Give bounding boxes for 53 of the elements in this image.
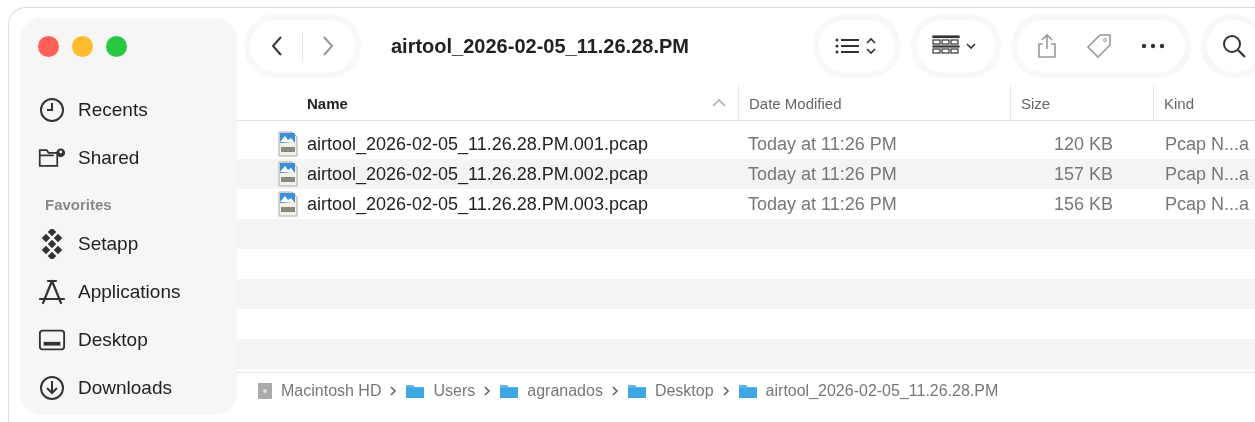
table-cell-text: 120 KB: [1052, 133, 1114, 155]
sidebar-item[interactable]: Recents: [38, 86, 237, 134]
table-cell-text: Today at 11:26 PM: [747, 193, 898, 215]
tag-icon: [1085, 32, 1113, 60]
diamond-cluster-icon: [40, 229, 64, 259]
chevron-right-icon: [321, 35, 335, 57]
file-name[interactable]: airtool_2026-02-05_11.26.28.PM.002.pcap: [307, 163, 648, 185]
table-cell-text: Today at 11:26 PM: [747, 163, 898, 185]
clock-icon: [39, 97, 65, 123]
document-icon: [278, 131, 298, 157]
column-header[interactable]: Name: [237, 86, 738, 120]
sidebar-item[interactable]: Setapp: [38, 220, 237, 268]
sidebar-item[interactable]: Desktop: [38, 316, 237, 364]
search-icon: [1221, 33, 1247, 59]
file-name[interactable]: airtool_2026-02-05_11.26.28.PM.003.pcap: [307, 193, 648, 215]
window-title: airtool_2026-02-05_11.26.28.PM: [391, 34, 689, 58]
share-icon: [1037, 33, 1057, 59]
applications-icon: [38, 279, 66, 305]
path-item[interactable]: airtool_2026-02-05_11.26.28.PM: [737, 382, 999, 400]
path-item[interactable]: Macintosh HD: [257, 382, 382, 400]
document-icon: [278, 191, 298, 217]
table-cell-text: Pcap N...a: [1164, 193, 1251, 215]
column-header[interactable]: Size: [1010, 86, 1153, 120]
download-icon: [39, 375, 65, 401]
sidebar-item[interactable]: Applications: [38, 268, 237, 316]
desktop-icon: [38, 328, 66, 352]
table-cell-text: 156 KB: [1052, 193, 1114, 215]
table-cell-text: Pcap N...a: [1164, 133, 1251, 155]
chevron-right-icon: [389, 385, 398, 397]
path-item[interactable]: Desktop: [626, 382, 714, 400]
sidebar-heading: Favorites: [44, 196, 113, 215]
column-header[interactable]: Date Modified: [738, 86, 1010, 120]
file-name[interactable]: airtool_2026-02-05_11.26.28.PM.001.pcap: [307, 133, 648, 155]
folder-icon: [626, 383, 647, 399]
ellipsis-icon: [1141, 43, 1165, 49]
sidebar-item[interactable]: Downloads: [38, 364, 237, 412]
folder-icon: [405, 383, 426, 399]
table-cell-text: 157 KB: [1052, 163, 1114, 185]
close-button[interactable]: [38, 36, 59, 57]
folder-icon: [499, 383, 520, 399]
table-cell-text: Pcap N...a: [1164, 163, 1251, 185]
zoom-button[interactable]: [106, 36, 127, 57]
minimize-button[interactable]: [72, 36, 93, 57]
sidebar-item[interactable]: Shared: [38, 134, 237, 182]
path-item[interactable]: Users: [405, 382, 476, 400]
chevron-right-icon: [721, 385, 730, 397]
column-header[interactable]: Kind: [1153, 86, 1255, 120]
chevron-left-icon: [270, 35, 284, 57]
path-item[interactable]: agranados: [499, 382, 603, 400]
chevron-right-icon: [610, 385, 619, 397]
chevron-right-icon: [483, 385, 492, 397]
folder-icon: [737, 383, 758, 399]
table-cell-text: Today at 11:26 PM: [747, 133, 898, 155]
